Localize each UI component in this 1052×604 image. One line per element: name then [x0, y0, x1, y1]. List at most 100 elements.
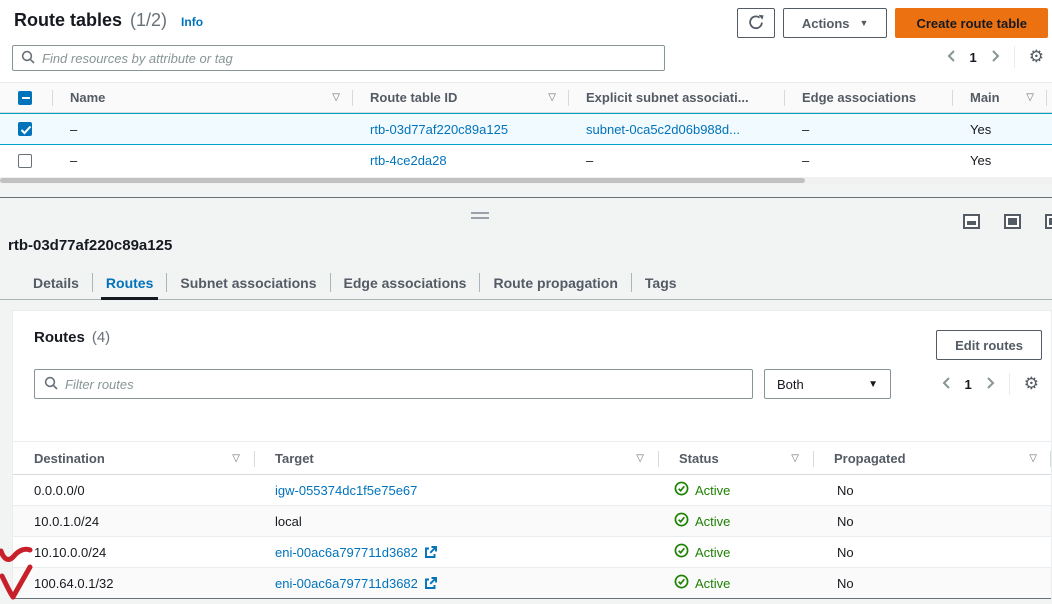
cell-name: –	[52, 114, 352, 144]
select-all-checkbox[interactable]	[18, 91, 32, 105]
table-header-row: Name ▽ Route table ID ▽ Explicit subnet …	[0, 82, 1052, 113]
tab-route-propagation[interactable]: Route propagation	[480, 266, 630, 299]
route-filter-dropdown[interactable]: Both ▼	[764, 369, 891, 399]
sort-icon[interactable]: ▽	[636, 453, 644, 464]
sort-icon[interactable]: ▽	[1029, 453, 1037, 464]
column-header-target[interactable]: Target ▽	[254, 442, 658, 474]
prev-page-button[interactable]	[942, 376, 951, 393]
cell-propagated: No	[813, 475, 1051, 505]
filter-routes-bar[interactable]	[34, 369, 753, 399]
layout-full-panel-icon[interactable]	[1004, 214, 1021, 229]
route-table-id-link[interactable]: rtb-4ce2da28	[370, 153, 447, 168]
detail-pane: rtb-03d77af220c89a125 Details Routes Sub…	[0, 184, 1052, 604]
column-header-route-table-id[interactable]: Route table ID ▽	[352, 83, 568, 112]
tab-edge-associations[interactable]: Edge associations	[331, 266, 480, 299]
next-page-button[interactable]	[991, 49, 1000, 66]
row-checkbox[interactable]	[18, 122, 32, 136]
tab-subnet-associations[interactable]: Subnet associations	[167, 266, 329, 299]
prev-page-button[interactable]	[947, 49, 956, 66]
sort-icon[interactable]: ▽	[332, 92, 340, 103]
sort-icon[interactable]: ▽	[791, 453, 799, 464]
routes-table: Destination ▽ Target ▽ Status ▽ Propagat…	[13, 441, 1051, 599]
cell-name: –	[52, 145, 352, 176]
search-input[interactable]	[42, 51, 656, 66]
status-label: Active	[695, 514, 730, 529]
route-row[interactable]: 0.0.0.0/0 igw-055374dc1f5e75e67 Active N…	[13, 475, 1051, 506]
settings-gear-icon[interactable]: ⚙	[1029, 49, 1044, 66]
column-header-main[interactable]: Main ▽	[952, 83, 1046, 112]
column-header-explicit-subnet[interactable]: Explicit subnet associati...	[568, 83, 784, 112]
target-link[interactable]: eni-00ac6a797711d3682	[275, 576, 418, 591]
subnet-link[interactable]: subnet-0ca5c2d06b988d...	[586, 122, 740, 137]
cell-main: Yes	[952, 114, 1046, 144]
row-checkbox[interactable]	[18, 154, 32, 168]
sort-icon[interactable]: ▽	[548, 92, 556, 103]
column-header-destination[interactable]: Destination ▽	[13, 442, 254, 474]
cell-edge: –	[784, 145, 952, 176]
next-page-button[interactable]	[986, 376, 995, 393]
table-row[interactable]: – rtb-03d77af220c89a125 subnet-0ca5c2d06…	[0, 113, 1052, 145]
layout-bottom-panel-icon[interactable]	[963, 214, 980, 229]
current-page[interactable]: 1	[965, 377, 972, 392]
detail-heading: rtb-03d77af220c89a125	[8, 237, 172, 254]
cell-subnet: –	[568, 145, 784, 176]
detail-tabs: Details Routes Subnet associations Edge …	[0, 266, 1052, 300]
external-link-icon[interactable]	[424, 546, 437, 559]
scrollbar-thumb[interactable]	[0, 178, 805, 183]
status-label: Active	[695, 576, 730, 591]
page-header: Route tables (1/2) Info	[14, 10, 203, 31]
routes-title: Routes	[34, 329, 85, 346]
search-icon	[21, 50, 35, 67]
tab-tags[interactable]: Tags	[632, 266, 690, 299]
cell-destination: 0.0.0.0/0	[13, 475, 254, 505]
cell-destination: 100.64.0.1/32	[13, 568, 254, 598]
column-header-name[interactable]: Name ▽	[52, 83, 352, 112]
create-button-label: Create route table	[916, 16, 1027, 31]
column-header-status[interactable]: Status ▽	[658, 442, 813, 474]
table-row[interactable]: – rtb-4ce2da28 – – Yes	[0, 145, 1052, 176]
route-tables-page: Route tables (1/2) Info Actions ▼ Create…	[0, 0, 1052, 604]
cell-main: Yes	[952, 145, 1046, 176]
actions-button-label: Actions	[802, 16, 850, 31]
horizontal-scrollbar[interactable]	[0, 177, 1052, 184]
sort-icon[interactable]: ▽	[232, 453, 240, 464]
refresh-button[interactable]	[737, 8, 775, 38]
search-icon	[44, 376, 58, 393]
actions-button[interactable]: Actions ▼	[783, 8, 888, 38]
column-header-edge-associations[interactable]: Edge associations	[784, 83, 952, 112]
current-page[interactable]: 1	[970, 50, 977, 65]
route-row[interactable]: 10.10.0.0/24 eni-00ac6a797711d3682	[13, 537, 1051, 568]
search-bar[interactable]	[12, 45, 665, 71]
create-route-table-button[interactable]: Create route table	[895, 8, 1048, 38]
column-header-propagated[interactable]: Propagated ▽	[813, 442, 1051, 474]
sort-icon[interactable]: ▽	[1026, 92, 1034, 103]
divider	[1014, 46, 1015, 68]
filter-routes-input[interactable]	[65, 377, 743, 392]
divider	[1009, 373, 1010, 395]
info-link[interactable]: Info	[181, 15, 203, 29]
route-table-id-link[interactable]: rtb-03d77af220c89a125	[370, 122, 508, 137]
cell-propagated: No	[813, 537, 1051, 567]
cell-destination: 10.0.1.0/24	[13, 506, 254, 536]
tab-routes[interactable]: Routes	[93, 266, 166, 299]
route-row[interactable]: 100.64.0.1/32 eni-00ac6a797711d3682	[13, 568, 1051, 599]
target-link[interactable]: eni-00ac6a797711d3682	[275, 545, 418, 560]
status-label: Active	[695, 483, 730, 498]
selection-count: (1/2)	[130, 10, 167, 31]
cell-propagated: No	[813, 506, 1051, 536]
chevron-down-icon: ▼	[860, 18, 869, 28]
cell-propagated: No	[813, 568, 1051, 598]
status-active-icon	[674, 512, 689, 530]
chevron-down-icon: ▼	[868, 379, 878, 390]
route-row[interactable]: 10.0.1.0/24 local Active No	[13, 506, 1051, 537]
edit-routes-button[interactable]: Edit routes	[936, 330, 1042, 360]
refresh-icon	[748, 14, 764, 33]
settings-gear-icon[interactable]: ⚙	[1024, 376, 1039, 393]
external-link-icon[interactable]	[424, 577, 437, 590]
tab-details[interactable]: Details	[20, 266, 92, 299]
target-link[interactable]: igw-055374dc1f5e75e67	[275, 483, 417, 498]
pane-resize-handle[interactable]	[471, 212, 489, 222]
status-label: Active	[695, 545, 730, 560]
layout-side-panel-icon[interactable]	[1045, 214, 1052, 229]
status-active-icon	[674, 543, 689, 561]
